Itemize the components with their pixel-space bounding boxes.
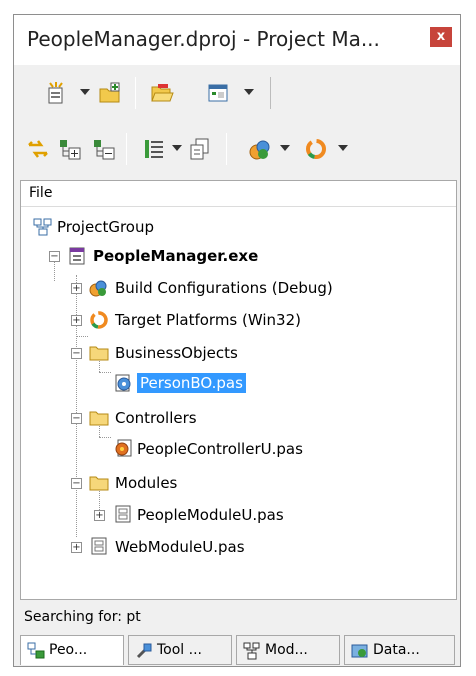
- data-explorer-icon: [351, 642, 369, 660]
- model-view-icon: [243, 642, 261, 660]
- view-icon[interactable]: [206, 81, 230, 105]
- tree-node-controllers[interactable]: − Controllers: [21, 406, 451, 430]
- tab-label: Peo...: [49, 642, 88, 658]
- tree-node-build-configurations[interactable]: + Build Configurations (Debug): [21, 276, 451, 300]
- project-group-icon: [33, 217, 53, 237]
- tree-node-label: Target Platforms (Win32): [115, 311, 301, 329]
- build-order-dropdown-icon[interactable]: [172, 145, 182, 151]
- tree-node-label: PersonBO.pas: [137, 373, 246, 393]
- folder-icon: [89, 473, 109, 493]
- tab-model-view[interactable]: Mod...: [236, 635, 340, 665]
- tree-node-projectgroup[interactable]: ProjectGroup: [21, 215, 451, 239]
- tree-connector: [76, 336, 88, 337]
- tree-node-label: Build Configurations (Debug): [115, 279, 333, 297]
- tree-node-peoplemoduleu[interactable]: + PeopleModuleU.pas: [21, 503, 451, 527]
- tree-node-businessobjects[interactable]: − BusinessObjects: [21, 341, 451, 365]
- toolbar-bottom: [20, 123, 440, 171]
- tree-node-label: BusinessObjects: [115, 344, 238, 362]
- folder-icon: [89, 343, 109, 363]
- build-config-dropdown-icon[interactable]: [280, 145, 290, 151]
- tab-strip: Peo... Tool ... Mod... Data...: [20, 635, 457, 665]
- collapse-toggle-icon[interactable]: −: [71, 478, 82, 489]
- collapse-icon[interactable]: [92, 137, 116, 161]
- tree-node-target-platforms[interactable]: + Target Platforms (Win32): [21, 308, 451, 332]
- tool-palette-icon: [135, 642, 153, 660]
- module-unit-icon: [89, 536, 109, 556]
- expand-icon[interactable]: [58, 137, 82, 161]
- close-button[interactable]: x: [430, 27, 452, 47]
- add-to-project-icon[interactable]: [98, 81, 122, 105]
- status-bar: Searching for: pt: [20, 604, 457, 632]
- collapse-toggle-icon[interactable]: −: [49, 251, 60, 262]
- expand-toggle-icon[interactable]: +: [71, 283, 82, 294]
- build-config-icon: [89, 278, 109, 298]
- tree-node-label: Controllers: [115, 409, 197, 427]
- controller-unit-icon: [113, 438, 133, 458]
- title-bar[interactable]: PeopleManager.dproj - Project Ma... x: [14, 15, 460, 65]
- screenshot-frame: PeopleManager.dproj - Project Ma... x Fi…: [0, 0, 476, 676]
- project-manager-window: PeopleManager.dproj - Project Ma... x Fi…: [13, 14, 461, 667]
- tab-label: Tool ...: [157, 642, 202, 658]
- open-folder-icon[interactable]: [150, 81, 174, 105]
- tab-tool-palette[interactable]: Tool ...: [128, 635, 232, 665]
- toolbar-separator: [126, 133, 127, 165]
- expand-toggle-icon[interactable]: +: [71, 542, 82, 553]
- project-tree[interactable]: File ProjectGroup − PeopleManager.exe + …: [20, 180, 457, 600]
- tree-node-webmoduleu[interactable]: + WebModuleU.pas: [21, 535, 451, 559]
- rebuild-icon[interactable]: [188, 137, 212, 161]
- toolbar-separator: [226, 133, 227, 165]
- build-config-icon[interactable]: [248, 137, 272, 161]
- status-text: Searching for: pt: [24, 609, 141, 625]
- build-order-icon[interactable]: [142, 137, 166, 161]
- new-item-icon[interactable]: [44, 81, 68, 105]
- new-item-dropdown-icon[interactable]: [80, 89, 90, 95]
- tree-node-personbo[interactable]: PersonBO.pas: [21, 372, 451, 396]
- sync-icon[interactable]: [26, 137, 50, 161]
- expand-toggle-icon[interactable]: +: [94, 510, 105, 521]
- tree-node-label: Modules: [115, 474, 178, 492]
- view-dropdown-icon[interactable]: [244, 89, 254, 95]
- column-header[interactable]: File: [21, 181, 456, 207]
- tree-node-label: PeopleModuleU.pas: [137, 506, 284, 524]
- toolbar-separator: [135, 77, 136, 109]
- tree-node-modules[interactable]: − Modules: [21, 471, 451, 495]
- toolbar-top: [20, 67, 310, 115]
- project-manager-icon: [27, 642, 45, 660]
- tab-data-explorer[interactable]: Data...: [344, 635, 455, 665]
- tree-node-label: PeopleManager.exe: [93, 247, 259, 265]
- collapse-toggle-icon[interactable]: −: [71, 413, 82, 424]
- tab-project-manager[interactable]: Peo...: [20, 635, 124, 665]
- expand-toggle-icon[interactable]: +: [71, 315, 82, 326]
- tree-node-peoplecontrolleru[interactable]: PeopleControllerU.pas: [21, 437, 451, 461]
- target-platform-icon[interactable]: [304, 137, 328, 161]
- collapse-toggle-icon[interactable]: −: [71, 348, 82, 359]
- tree-node-label: WebModuleU.pas: [115, 538, 245, 556]
- window-title: PeopleManager.dproj - Project Ma...: [27, 27, 380, 51]
- project-exe-icon: [67, 246, 87, 266]
- target-platform-icon: [89, 310, 109, 330]
- target-platform-dropdown-icon[interactable]: [338, 145, 348, 151]
- column-header-file: File: [29, 185, 53, 201]
- toolbar-end: [270, 77, 271, 109]
- tab-label: Mod...: [265, 642, 308, 658]
- module-unit-icon: [113, 504, 133, 524]
- unit-file-icon: [113, 373, 133, 393]
- tree-node-project[interactable]: − PeopleManager.exe: [21, 244, 451, 268]
- tree-node-label: ProjectGroup: [57, 218, 154, 236]
- folder-icon: [89, 408, 109, 428]
- tab-label: Data...: [373, 642, 420, 658]
- tree-node-label: PeopleControllerU.pas: [137, 440, 303, 458]
